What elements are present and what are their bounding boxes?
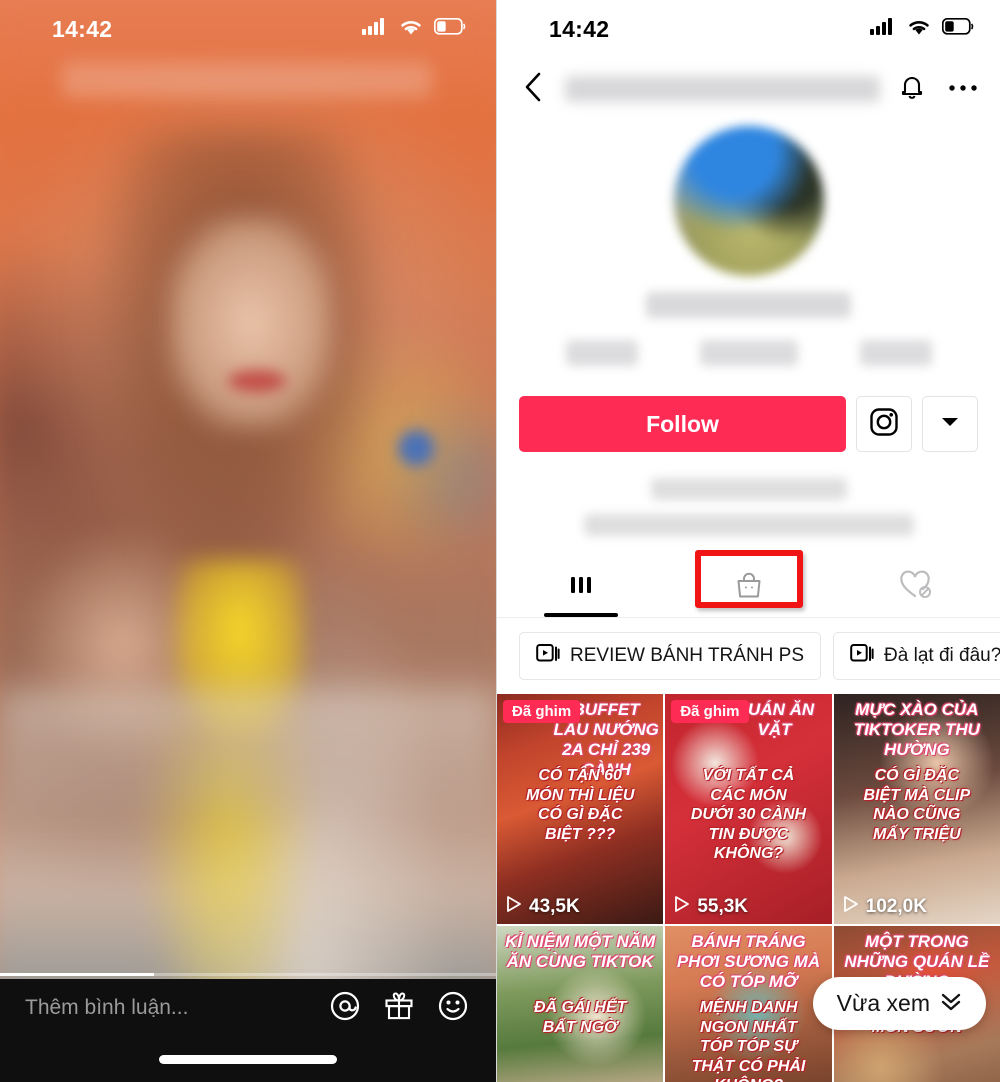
chevron-down-icon [941,415,959,433]
pinned-badge: Đã ghim [671,700,749,723]
shopping-bag-icon [733,570,765,607]
play-icon [505,895,523,919]
playlist-icon [536,641,560,671]
profile-navbar [497,58,1000,120]
stat-likes[interactable] [859,340,932,366]
left-video-panel: 14:42 Thêm bình luận... [0,0,496,1082]
username [646,292,851,318]
instagram-button[interactable] [856,396,912,452]
double-chevron-down-icon [940,990,962,1017]
playlist-chips: REVIEW BÁNH TRÁNH PS Đà lạt đi đâu? [497,618,1000,694]
comment-input[interactable]: Thêm bình luận... [25,996,188,1020]
heart-hidden-icon [899,570,933,605]
video-cell[interactable]: MỰC XÀO CỦA TIKTOKER THU HƯỜNG CÓ GÌ ĐẶC… [833,694,1000,924]
wifi-icon [399,18,423,41]
playlist-label: Đà lạt đi đâu? [884,645,1000,666]
stat-following[interactable] [565,340,638,366]
page-title [565,76,880,102]
cellular-signal-icon [870,17,896,41]
video-views: 102,0K [842,895,927,919]
left-status-bar: 14:42 [0,0,496,58]
more-horizontal-icon[interactable] [948,80,978,98]
video-caption-mid: ĐÃ GÁI HẾT BẤT NGỜ [533,999,627,1036]
status-clock: 14:42 [549,15,610,42]
home-indicator [159,1055,337,1064]
chevron-left-icon[interactable] [521,71,547,108]
video-views: 43,5K [505,895,580,919]
blurred-overlay-text [62,62,432,98]
tab-liked-private[interactable] [832,562,1000,617]
video-caption-mid: VỚI TẤT CẢ CÁC MÓN DƯỚI 30 CÀNH TIN ĐƯỢC… [690,767,807,863]
playlist-label: REVIEW BÁNH TRÁNH PS [570,645,805,666]
bio-line [583,514,914,536]
wifi-icon [907,18,931,41]
status-clock: 14:42 [52,15,113,42]
instagram-icon [869,407,899,442]
profile-actions: Follow [497,396,1000,452]
video-views: 55,3K [673,895,748,919]
video-cell[interactable]: KỈ NIỆM MỘT NĂM ĂN CÙNG TIKTOK ĐÃ GÁI HẾ… [497,926,664,1082]
pinned-badge: Đã ghim [503,700,581,723]
view-count: 43,5K [529,896,580,917]
play-icon [842,895,860,919]
playlist-icon [850,641,874,671]
video-background-object [398,430,434,466]
video-subject-lips [228,370,286,392]
play-icon [673,895,691,919]
gift-icon[interactable] [384,991,414,1026]
playlist-chip[interactable]: REVIEW BÁNH TRÁNH PS [519,632,822,680]
recently-viewed-label: Vừa xem [836,990,930,1016]
playlist-chip[interactable]: Đà lạt đi đâu? [833,632,1000,680]
battery-icon [433,17,466,40]
stat-followers[interactable] [699,340,798,366]
video-caption-top: MỰC XÀO CỦA TIKTOKER THU HƯỜNG [853,700,980,760]
video-caption-mid: CÓ TẬN 60 MÓN THÌ LIỆU CÓ GÌ ĐẶC BIỆT ??… [525,767,635,843]
avatar[interactable] [673,126,824,276]
grid-icon [566,570,596,605]
view-count: 55,3K [697,896,749,917]
more-options-button[interactable] [922,396,978,452]
follow-button[interactable]: Follow [519,396,846,452]
profile-tabs [497,550,1000,618]
video-cell[interactable]: BÁNH TRÁNG PHƠI SƯƠNG MÀ CÓ TÓP MỠ MỆNH … [665,926,832,1082]
video-subject-face [168,215,333,430]
dual-phone-screenshot: 14:42 Thêm bình luận... 14:42 Follow REV… [0,0,1000,1082]
battery-icon [941,17,974,40]
video-caption-mid: CÓ GÌ ĐẶC BIỆT MÀ CLIP NÀO CŨNG MẤY TRIỆ… [863,767,971,843]
active-tab-underline [543,613,618,617]
right-status-bar: 14:42 [497,0,1000,58]
comment-bar: Thêm bình luận... [0,979,496,1082]
recently-viewed-button[interactable]: Vừa xem [812,977,986,1030]
bio-line [650,478,847,500]
avatar-container [497,126,1000,276]
video-cell[interactable]: Đã ghim QUÁN ĂN VẶT VỚI TẤT CẢ CÁC MÓN D… [665,694,832,924]
video-caption-top: BÁNH TRÁNG PHƠI SƯƠNG MÀ CÓ TÓP MỠ [676,932,821,992]
emoji-icon[interactable] [438,991,468,1026]
video-caption-mid: MỆNH DANH NGON NHẤT TÓP TÓP SỰ THẬT CÓ P… [691,999,806,1082]
bell-icon[interactable] [898,72,926,107]
mention-icon[interactable] [330,991,360,1026]
view-count: 102,0K [865,896,927,917]
video-table-surface [0,690,496,810]
video-progress-bar[interactable] [0,973,496,976]
tab-videos[interactable] [497,562,665,617]
video-cell[interactable]: Đã ghim BUFFET LẨU NƯỚNG 2A CHỈ 239 CÀNH… [497,694,664,924]
right-profile-panel: 14:42 Follow REVIEW BÁNH TRÁNH PS Đà lạt… [496,0,1000,1082]
video-caption-top: KỈ NIỆM MỘT NĂM ĂN CÙNG TIKTOK [505,932,656,972]
profile-stats [497,340,1000,366]
tab-shop[interactable] [665,562,833,617]
profile-bio [497,478,1000,536]
cellular-signal-icon [362,17,388,41]
